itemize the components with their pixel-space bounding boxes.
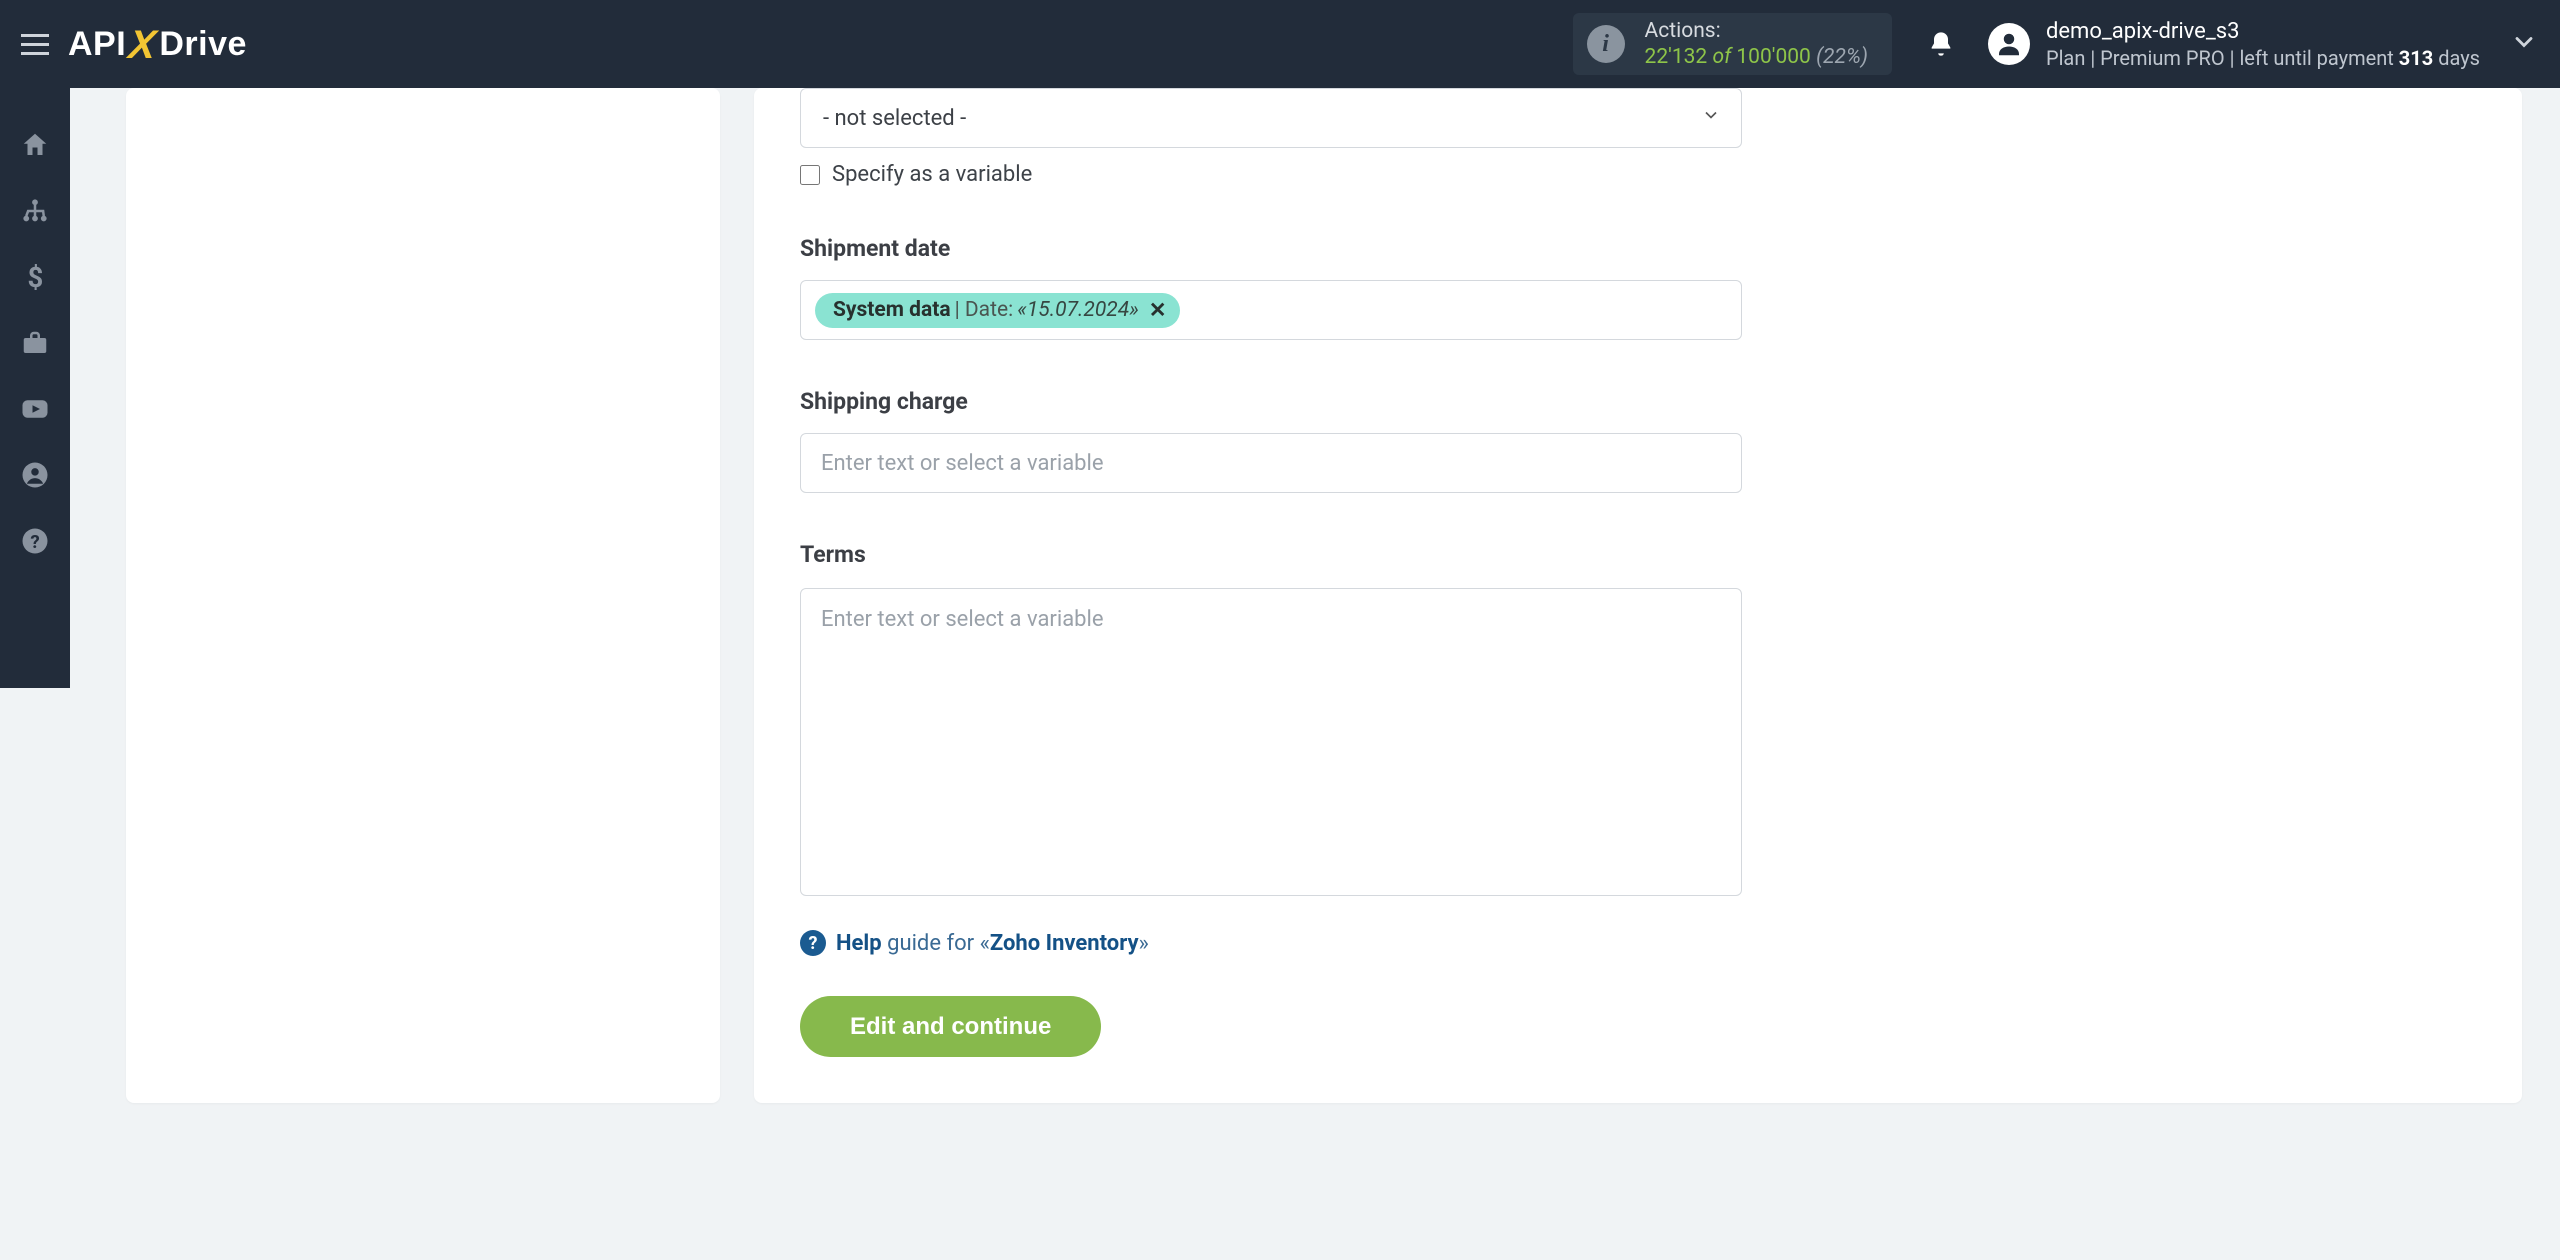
left-card — [126, 88, 720, 1103]
question-icon: ? — [800, 930, 826, 956]
specify-variable-checkbox[interactable] — [800, 165, 820, 185]
youtube-icon[interactable] — [0, 376, 70, 442]
plan-days-suffix: days — [2438, 46, 2480, 70]
chevron-down-icon[interactable] — [2480, 28, 2538, 60]
select-placeholder: - not selected - — [823, 106, 966, 131]
logo[interactable]: API X Drive — [68, 22, 247, 67]
shipping-charge-label: Shipping charge — [800, 388, 1742, 415]
variable-pill: System data | Date: «15.07.2024» ✕ — [815, 293, 1180, 328]
logo-x-icon: X — [124, 23, 162, 68]
pill-remove-icon[interactable]: ✕ — [1149, 298, 1167, 323]
help-target: Zoho Inventory — [990, 931, 1139, 956]
user-plan: Plan | Premium PRO | left until payment … — [2046, 46, 2480, 70]
form-column: - not selected - Specify as a variable S… — [754, 88, 1742, 1057]
cards-row: - not selected - Specify as a variable S… — [126, 88, 2522, 1103]
pill-date: «15.07.2024» — [1017, 298, 1139, 322]
terms-label: Terms — [800, 541, 1742, 568]
user-menu[interactable]: demo_apix-drive_s3 Plan | Premium PRO | … — [1988, 19, 2480, 70]
pill-system: System data — [833, 298, 951, 322]
logo-drive: Drive — [159, 25, 247, 64]
specify-variable-checkbox-row[interactable]: Specify as a variable — [800, 162, 1742, 187]
previous-select[interactable]: - not selected - — [800, 88, 1742, 148]
svg-text:$: $ — [28, 262, 44, 292]
specify-variable-label: Specify as a variable — [832, 162, 1032, 187]
home-icon[interactable] — [0, 112, 70, 178]
plan-mid: | left until payment — [2230, 46, 2394, 70]
bell-icon[interactable] — [1920, 23, 1962, 65]
chevron-down-icon — [1701, 105, 1721, 131]
edit-continue-button[interactable]: Edit and continue — [800, 996, 1101, 1057]
terms-placeholder: Enter text or select a variable — [821, 607, 1104, 632]
help-guide: guide for « — [887, 931, 990, 956]
terms-textarea[interactable]: Enter text or select a variable — [800, 588, 1742, 896]
user-text: demo_apix-drive_s3 Plan | Premium PRO | … — [2046, 19, 2480, 70]
actions-total: 100'000 — [1736, 45, 1810, 69]
actions-percent: (22%) — [1816, 45, 1868, 69]
avatar-icon — [1988, 23, 2030, 65]
actions-label: Actions: — [1645, 18, 1868, 44]
plan-days: 313 — [2399, 46, 2433, 70]
svg-text:?: ? — [30, 531, 39, 553]
actions-used: 22'132 — [1645, 45, 1708, 69]
help-icon[interactable]: ? — [0, 508, 70, 574]
help-word: Help — [836, 931, 882, 956]
plan-prefix: Plan | — [2046, 46, 2095, 70]
help-close: » — [1139, 931, 1149, 956]
shipment-date-input[interactable]: System data | Date: «15.07.2024» ✕ — [800, 280, 1742, 340]
menu-icon[interactable] — [12, 21, 58, 67]
connections-icon[interactable] — [0, 178, 70, 244]
top-bar: API X Drive i Actions: 22'132 of 100'000… — [0, 0, 2560, 88]
form-card: - not selected - Specify as a variable S… — [754, 88, 2522, 1103]
actions-text: Actions: 22'132 of 100'000 (22%) — [1645, 18, 1868, 71]
shipment-date-label: Shipment date — [800, 235, 1742, 262]
plan-name: Premium PRO — [2100, 46, 2224, 70]
shipping-charge-input[interactable]: Enter text or select a variable — [800, 433, 1742, 493]
side-nav: $ ? — [0, 88, 70, 688]
billing-icon[interactable]: $ — [0, 244, 70, 310]
briefcase-icon[interactable] — [0, 310, 70, 376]
info-icon: i — [1587, 25, 1625, 63]
help-link[interactable]: ? Help guide for «Zoho Inventory» — [800, 930, 1742, 956]
logo-api: API — [68, 25, 126, 64]
shipping-charge-placeholder: Enter text or select a variable — [821, 451, 1104, 476]
profile-icon[interactable] — [0, 442, 70, 508]
page-content: - not selected - Specify as a variable S… — [70, 88, 2560, 1103]
actions-counter[interactable]: i Actions: 22'132 of 100'000 (22%) — [1573, 13, 1892, 75]
pill-sep: | Date: — [951, 298, 1018, 322]
user-name: demo_apix-drive_s3 — [2046, 19, 2480, 44]
actions-of: of — [1712, 45, 1731, 69]
